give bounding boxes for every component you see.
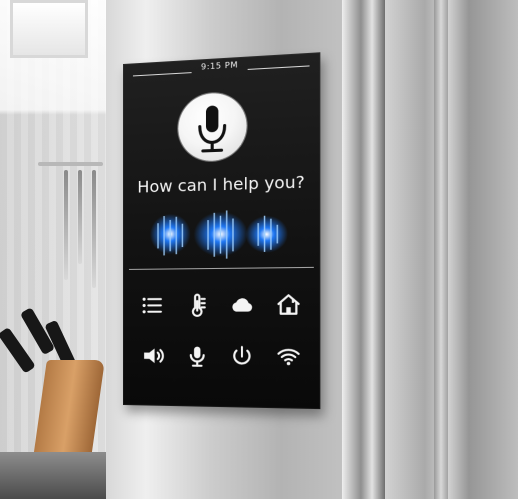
voice-waveform [123,201,320,264]
utensil-rack [38,162,103,166]
weather-button[interactable] [224,287,260,322]
list-button[interactable] [136,288,170,322]
assistant-prompt: How can I help you? [123,172,320,197]
knife-block [33,360,105,458]
refrigerator-edge [342,0,385,499]
refrigerator-right-door [385,0,518,499]
smart-controls-grid [131,278,312,382]
power-icon [229,343,255,369]
wifi-icon [275,343,302,369]
voice-assistant-button[interactable] [178,92,246,162]
kitchen-window [10,0,88,58]
home-button[interactable] [270,287,306,322]
wifi-button[interactable] [270,339,306,375]
thermometer-icon [184,292,210,318]
cloud-icon [229,292,255,318]
kitchen-background [0,0,122,499]
microphone-icon [184,343,210,369]
hanging-utensil [64,170,68,280]
speaker-button[interactable] [136,338,170,373]
microphone-button[interactable] [180,338,215,373]
kitchen-counter [0,452,122,499]
speaker-icon [140,343,165,368]
smart-display: 9:15 PM How can I help you? [123,52,320,409]
temperature-button[interactable] [180,287,215,322]
knife-handle [0,327,36,374]
list-icon [140,292,165,317]
hanging-utensil [78,170,82,264]
power-button[interactable] [224,339,260,374]
kitchen-scene: 9:15 PM How can I help you? [0,0,518,499]
refrigerator-handle-reflection [434,0,448,499]
hanging-utensil [92,170,96,288]
home-icon [275,291,302,317]
microphone-icon [178,92,246,162]
screen-divider [129,267,314,270]
